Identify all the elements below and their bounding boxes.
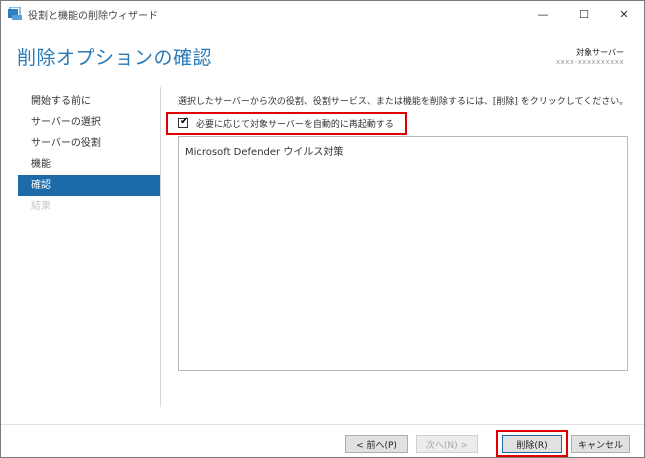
target-server-label: 対象サーバー (576, 48, 624, 57)
restart-checkbox[interactable]: ✔ (178, 116, 189, 128)
target-server-value: xxxx-xxxxxxxxxx (555, 58, 624, 66)
nav-item-features[interactable]: 機能 (18, 154, 160, 175)
nav-item-server-selection[interactable]: サーバーの選択 (18, 112, 160, 133)
nav-item-results: 結果 (31, 201, 51, 212)
nav-item-confirmation[interactable]: 確認 (18, 175, 160, 196)
delete-button[interactable]: 削除(R) (502, 435, 562, 453)
minimize-button[interactable]: — (523, 1, 563, 27)
window-title: 役割と機能の削除ウィザード (28, 11, 158, 22)
restart-option[interactable]: ✔ 必要に応じて対象サーバーを自動的に再起動する (178, 115, 394, 131)
maximize-button[interactable]: ☐ (564, 1, 604, 27)
list-item: Microsoft Defender ウイルス対策 (185, 147, 344, 158)
page-title: 削除オプションの確認 (17, 47, 213, 69)
close-icon: ✕ (619, 7, 629, 21)
nav-item-before-you-begin[interactable]: 開始する前に (18, 91, 160, 112)
wizard-nav: 開始する前に サーバーの選択 サーバーの役割 機能 確認 結果 (18, 91, 160, 217)
nav-divider (160, 87, 161, 407)
server-manager-icon (8, 7, 22, 20)
restart-checkbox-label[interactable]: 必要に応じて対象サーバーを自動的に再起動する (196, 117, 394, 130)
footer-divider (1, 424, 644, 425)
minimize-icon: — (537, 7, 549, 21)
cancel-button[interactable]: キャンセル (571, 435, 630, 453)
previous-button[interactable]: < 前へ(P) (345, 435, 408, 453)
wizard-window: 役割と機能の削除ウィザード — ☐ ✕ 削除オプションの確認 対象サーバー xx… (0, 0, 645, 458)
next-button[interactable]: 次へ(N) > (416, 435, 478, 453)
title-bar: 役割と機能の削除ウィザード — ☐ ✕ (1, 1, 644, 27)
removal-items-list[interactable]: Microsoft Defender ウイルス対策 (178, 136, 628, 371)
close-button[interactable]: ✕ (604, 1, 644, 27)
confirmation-description: 選択したサーバーから次の役割、役割サービス、または機能を削除するには、[削除] … (178, 97, 629, 107)
maximize-icon: ☐ (579, 7, 589, 21)
checkmark-icon: ✔ (180, 116, 189, 127)
nav-item-server-roles[interactable]: サーバーの役割 (18, 133, 160, 154)
